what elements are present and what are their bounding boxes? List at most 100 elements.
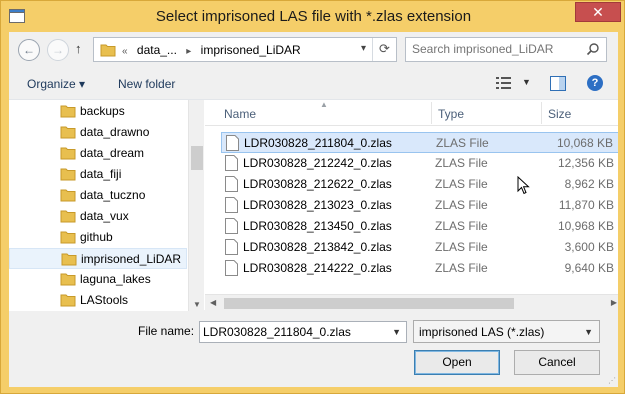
tree-item-data-vux[interactable]: data_vux	[9, 206, 187, 227]
folder-icon	[60, 105, 76, 118]
tree-item-data-tuczno[interactable]: data_tuczno	[9, 185, 187, 206]
scroll-down-arrow-icon[interactable]: ▼	[193, 300, 201, 309]
tree-item-lastools[interactable]: LAStools	[9, 290, 187, 311]
column-divider[interactable]	[541, 102, 542, 124]
new-folder-button[interactable]: New folder	[118, 77, 175, 91]
command-bar: Organize ▾ New folder ▼ ?	[9, 69, 618, 99]
file-type: ZLAS File	[435, 198, 488, 212]
file-name: LDR030828_213023_0.zlas	[243, 198, 392, 212]
scrollbar-thumb[interactable]	[191, 146, 203, 170]
file-size: 3,600 KB	[564, 240, 614, 254]
tree-item-backups[interactable]: backups	[9, 101, 187, 122]
search-box[interactable]	[405, 37, 607, 62]
file-size: 12,356 KB	[557, 156, 614, 170]
tree-item-imprisoned-lidar[interactable]: imprisoned_LiDAR	[9, 248, 187, 269]
file-type: ZLAS File	[435, 177, 488, 191]
tree-scrollbar[interactable]: ▼	[188, 100, 204, 311]
file-name: LDR030828_214222_0.zlas	[243, 261, 392, 275]
up-button[interactable]: ↑	[75, 41, 82, 56]
folder-icon	[60, 273, 76, 286]
column-header-size[interactable]: Size	[548, 107, 571, 121]
file-icon	[225, 239, 238, 255]
scroll-right-arrow-icon[interactable]: ▶	[611, 298, 617, 307]
chevron-down-icon[interactable]: ▾	[361, 43, 366, 54]
scroll-left-arrow-icon[interactable]: ◀	[210, 298, 216, 307]
file-name: LDR030828_212622_0.zlas	[243, 177, 392, 191]
folder-icon	[60, 126, 76, 139]
browser-panes: backups data_drawno data_dream data_fiji…	[9, 99, 618, 311]
breadcrumb-item[interactable]: imprisoned_LiDAR	[201, 43, 301, 57]
chevron-down-icon[interactable]: ▼	[392, 327, 401, 337]
file-name-combobox[interactable]: ▼	[199, 321, 407, 343]
folder-icon	[100, 44, 116, 57]
cancel-button[interactable]: Cancel	[514, 350, 600, 375]
folder-icon	[61, 253, 77, 266]
file-row[interactable]: LDR030828_213023_0.zlas ZLAS File 11,870…	[221, 195, 618, 216]
back-button[interactable]: ←	[18, 39, 40, 61]
chevron-right-icon[interactable]: ▸	[186, 46, 191, 57]
file-row[interactable]: LDR030828_212242_0.zlas ZLAS File 12,356…	[221, 153, 618, 174]
address-bar[interactable]: « data_... ▸ imprisoned_LiDAR ▾ ⟳	[93, 37, 397, 62]
tree-item-label: laguna_lakes	[80, 272, 151, 286]
file-name: LDR030828_211804_0.zlas	[244, 136, 392, 150]
scrollbar-thumb[interactable]	[224, 298, 514, 309]
resize-grip-icon[interactable]: ⋰	[608, 376, 616, 385]
file-icon	[225, 155, 238, 171]
file-type-filter-select[interactable]: imprisoned LAS (*.zlas) ▼	[413, 320, 600, 343]
tree-item-label: data_vux	[80, 209, 129, 223]
column-header-name[interactable]: Name	[224, 107, 256, 121]
preview-pane-icon[interactable]	[550, 76, 566, 91]
file-list: ▲ Name Type Size LDR030828_211804_0.zlas…	[205, 100, 618, 311]
breadcrumb-overflow[interactable]: «	[122, 46, 128, 57]
file-icon	[225, 176, 238, 192]
tree-item-laguna-lakes[interactable]: laguna_lakes	[9, 269, 187, 290]
mouse-pointer-icon	[517, 176, 530, 195]
file-row[interactable]: LDR030828_213450_0.zlas ZLAS File 10,968…	[221, 216, 618, 237]
file-size: 11,870 KB	[558, 198, 614, 212]
file-type: ZLAS File	[435, 240, 488, 254]
tree-item-label: data_drawno	[80, 125, 150, 139]
file-icon	[225, 260, 238, 276]
file-name: LDR030828_213450_0.zlas	[243, 219, 392, 233]
folder-icon	[60, 294, 76, 307]
tree-item-data-fiji[interactable]: data_fiji	[9, 164, 187, 185]
file-row[interactable]: LDR030828_212622_0.zlas ZLAS File 8,962 …	[221, 174, 618, 195]
file-type: ZLAS File	[435, 156, 488, 170]
file-row[interactable]: LDR030828_214222_0.zlas ZLAS File 9,640 …	[221, 258, 618, 279]
organize-menu-button[interactable]: Organize ▾	[27, 77, 85, 91]
list-horizontal-scrollbar[interactable]: ◀ ▶	[205, 294, 618, 311]
file-name: LDR030828_212242_0.zlas	[243, 156, 392, 170]
file-row[interactable]: LDR030828_211804_0.zlas ZLAS File 10,068…	[221, 132, 618, 153]
breadcrumb-item[interactable]: data_...	[137, 43, 177, 57]
column-header-type[interactable]: Type	[438, 107, 464, 121]
tree-item-data-dream[interactable]: data_dream	[9, 143, 187, 164]
file-size: 10,068 KB	[556, 136, 613, 150]
search-icon	[586, 43, 599, 56]
file-size: 10,968 KB	[557, 219, 614, 233]
forward-button[interactable]: →	[47, 39, 69, 61]
column-header-row: ▲ Name Type Size	[205, 100, 618, 126]
tree-item-github[interactable]: github	[9, 227, 187, 248]
view-dropdown-arrow-icon[interactable]: ▼	[522, 77, 531, 87]
search-input[interactable]	[412, 42, 582, 56]
file-name-input[interactable]	[203, 325, 383, 339]
sort-ascending-icon: ▲	[320, 100, 328, 109]
navigation-tree: backups data_drawno data_dream data_fiji…	[9, 100, 204, 311]
folder-icon	[60, 168, 76, 181]
refresh-button[interactable]: ⟳	[372, 38, 396, 61]
open-button[interactable]: Open	[414, 350, 500, 375]
help-button[interactable]: ?	[587, 75, 603, 91]
dialog-window: Select imprisoned LAS file with *.zlas e…	[0, 0, 625, 394]
tree-item-label: data_fiji	[80, 167, 122, 181]
column-divider[interactable]	[431, 102, 432, 124]
title-bar[interactable]: Select imprisoned LAS file with *.zlas e…	[1, 1, 625, 32]
tree-item-data-drawno[interactable]: data_drawno	[9, 122, 187, 143]
tree-item-label: LAStools	[80, 293, 129, 307]
file-row[interactable]: LDR030828_213842_0.zlas ZLAS File 3,600 …	[221, 237, 618, 258]
tree-item-label: github	[80, 230, 113, 244]
file-type-filter-value: imprisoned LAS (*.zlas)	[419, 325, 545, 339]
close-button[interactable]: ✕	[575, 2, 621, 22]
file-icon	[226, 135, 239, 151]
chevron-down-icon[interactable]: ▼	[584, 327, 593, 337]
view-list-icon[interactable]	[496, 76, 512, 90]
